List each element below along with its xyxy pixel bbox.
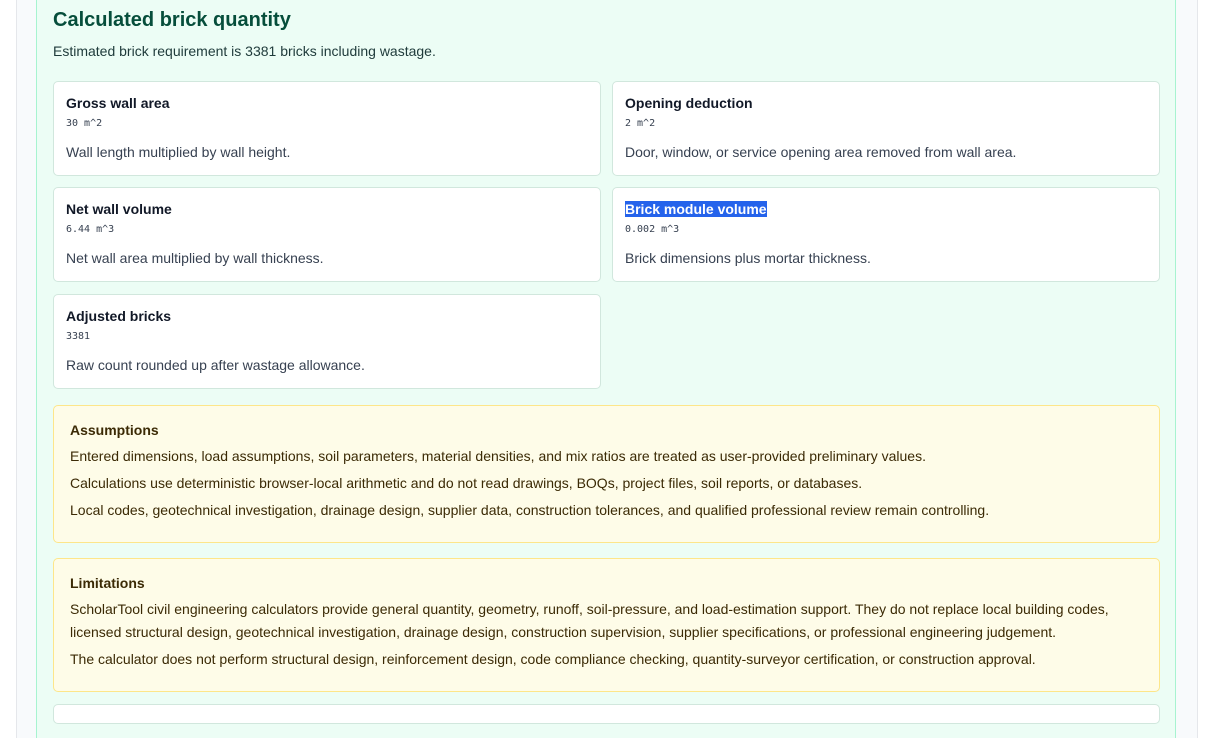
assumption-line: Entered dimensions, load assumptions, so…: [70, 448, 926, 464]
card-title: Adjusted bricks: [66, 308, 172, 324]
result-panel: Calculated brick quantity Estimated bric…: [36, 0, 1176, 738]
card-title: Opening deduction: [625, 95, 753, 111]
result-title: Calculated brick quantity: [53, 9, 291, 31]
next-section-edge: [53, 704, 1160, 724]
assumptions-box: Assumptions Entered dimensions, load ass…: [53, 405, 1160, 543]
limitations-title: Limitations: [70, 575, 145, 591]
result-summary: Estimated brick requirement is 3381 bric…: [53, 43, 436, 59]
limitation-line: The calculator does not perform structur…: [70, 651, 1036, 667]
card-value: 30 m^2: [66, 118, 103, 129]
card-description: Net wall area multiplied by wall thickne…: [66, 250, 324, 266]
card-title: Gross wall area: [66, 95, 170, 111]
card-description: Raw count rounded up after wastage allow…: [66, 357, 365, 373]
result-card-opening-deduction: Opening deduction 2 m^2 Door, window, or…: [612, 81, 1160, 176]
assumption-line: Calculations use deterministic browser-l…: [70, 475, 863, 491]
card-description: Brick dimensions plus mortar thickness.: [625, 250, 871, 266]
limitation-line: ScholarTool civil engineering calculator…: [70, 601, 1109, 640]
card-description: Wall length multiplied by wall height.: [66, 144, 291, 160]
assumption-line: Local codes, geotechnical investigation,…: [70, 502, 990, 518]
card-value: 2 m^2: [625, 118, 656, 129]
result-card-gross-wall-area: Gross wall area 30 m^2 Wall length multi…: [53, 81, 601, 176]
result-card-adjusted-bricks: Adjusted bricks 3381 Raw count rounded u…: [53, 294, 601, 389]
card-title-selected: Brick module volume: [625, 201, 767, 217]
result-card-brick-module-volume: Brick module volume 0.002 m^3 Brick dime…: [612, 187, 1160, 282]
card-description: Door, window, or service opening area re…: [625, 144, 1017, 160]
assumptions-title: Assumptions: [70, 422, 159, 438]
card-value: 0.002 m^3: [625, 224, 680, 235]
card-title: Net wall volume: [66, 201, 172, 217]
result-card-net-wall-volume: Net wall volume 6.44 m^3 Net wall area m…: [53, 187, 601, 282]
card-value: 3381: [66, 331, 91, 342]
limitations-box: Limitations ScholarTool civil engineerin…: [53, 558, 1160, 692]
card-value: 6.44 m^3: [66, 224, 115, 235]
